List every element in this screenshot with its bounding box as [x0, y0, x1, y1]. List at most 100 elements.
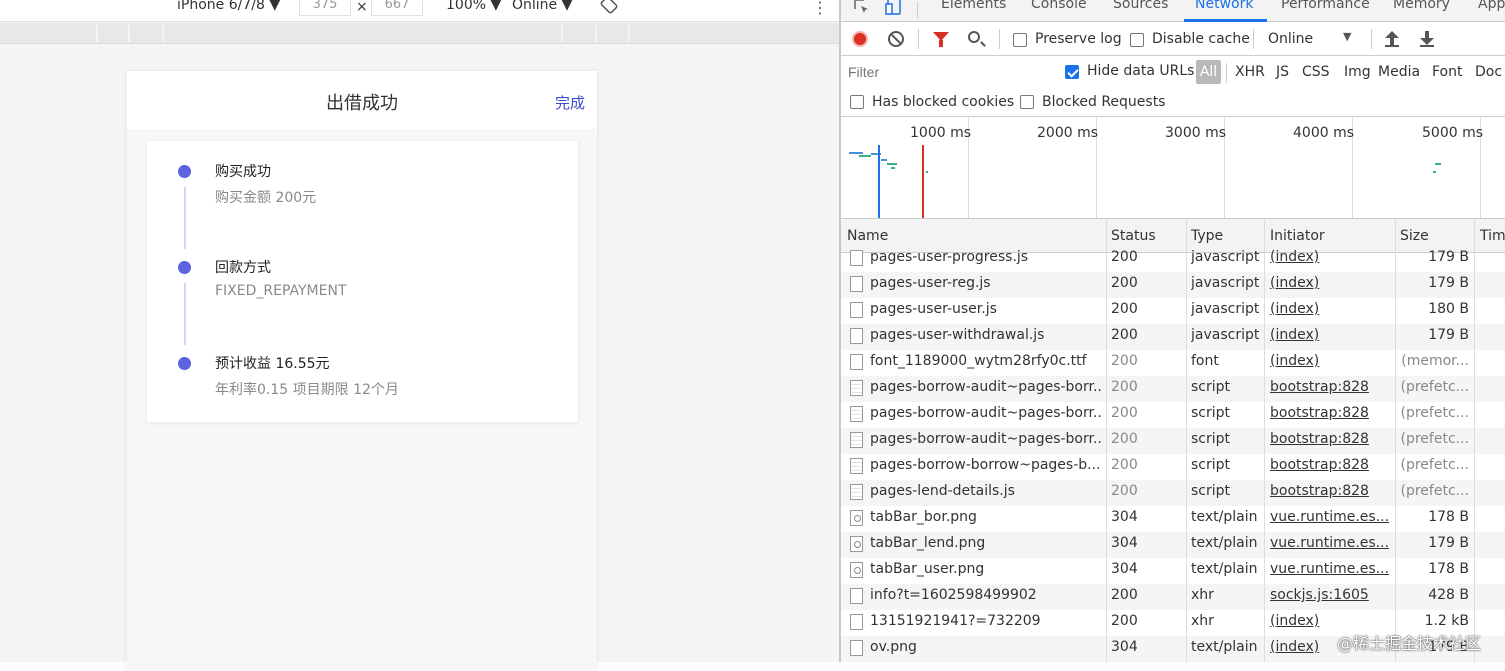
table-row[interactable]: font_1189000_wytm28rfy0c.ttf 200 font (inde… [841, 350, 1505, 376]
request-size: (prefetc... [1400, 457, 1470, 473]
request-type: script [1191, 431, 1231, 447]
request-initiator[interactable]: bootstrap:828 [1270, 457, 1394, 473]
inspect-element-icon[interactable] [853, 0, 871, 20]
column-name[interactable]: Name [847, 228, 888, 244]
filter-input[interactable] [843, 60, 1049, 84]
request-initiator[interactable]: (index) [1270, 613, 1394, 629]
request-size: 180 B [1428, 301, 1469, 317]
step-subtitle: 购买金额 200元 [215, 190, 317, 206]
import-har-icon[interactable] [1385, 31, 1399, 47]
tab-memory[interactable]: Memory [1393, 0, 1450, 12]
image-file-icon [850, 510, 863, 526]
request-initiator[interactable]: (index) [1270, 249, 1394, 265]
step-connector [184, 187, 186, 249]
export-har-icon[interactable] [1420, 31, 1434, 47]
table-row[interactable]: pages-borrow-audit~pages-borr... 200 scrip… [841, 428, 1505, 454]
done-button[interactable]: 完成 [555, 92, 585, 113]
file-icon [850, 432, 863, 448]
step-subtitle: 年利率0.15 项目期限 12个月 [215, 382, 399, 398]
record-icon[interactable] [852, 31, 868, 47]
filter-media[interactable]: Media [1378, 64, 1420, 80]
table-row[interactable]: pages-user-progress.js 200 javascript (inde… [841, 246, 1505, 272]
filter-all-button[interactable]: All [1196, 60, 1221, 84]
more-options-icon[interactable]: ⋮ [812, 0, 828, 17]
steps-card: 购买成功 购买金额 200元 回款方式 FIXED_REPAYMENT 预计收益… [147, 141, 578, 422]
filter-xhr[interactable]: XHR [1235, 64, 1265, 80]
clear-icon[interactable] [888, 31, 904, 47]
request-initiator[interactable]: bootstrap:828 [1270, 431, 1394, 447]
tab-elements[interactable]: Elements [941, 0, 1006, 12]
filter-img[interactable]: Img [1344, 64, 1371, 80]
device-select[interactable]: iPhone 6/7/8 ▼ [177, 0, 280, 13]
tab-sources[interactable]: Sources [1113, 0, 1168, 12]
request-size: (prefetc... [1400, 379, 1470, 395]
request-initiator[interactable]: (index) [1270, 327, 1394, 343]
request-size: 179 B [1428, 535, 1469, 551]
request-initiator[interactable]: vue.runtime.es... [1270, 509, 1394, 525]
image-file-icon [850, 562, 863, 578]
load-event-marker [922, 145, 924, 218]
disable-cache-checkbox[interactable] [1130, 33, 1144, 47]
blocked-cookies-checkbox[interactable] [850, 95, 864, 109]
timeline-label: 4000 ms [1293, 125, 1355, 141]
throttle-select[interactable]: Online ▼ [512, 0, 572, 13]
tab-console[interactable]: Console [1031, 0, 1087, 12]
table-row[interactable]: pages-user-reg.js 200 javascript (index) 179… [841, 272, 1505, 298]
table-row[interactable]: pages-borrow-borrow~pages-b... 200 script b… [841, 454, 1505, 480]
column-size[interactable]: Size [1400, 228, 1429, 244]
column-type[interactable]: Type [1191, 228, 1223, 244]
request-type: text/plain [1191, 561, 1258, 577]
file-icon [850, 640, 863, 656]
table-row[interactable]: pages-lend-details.js 200 script bootstrap:… [841, 480, 1505, 506]
request-initiator[interactable]: (index) [1270, 353, 1394, 369]
request-initiator[interactable]: bootstrap:828 [1270, 483, 1394, 499]
filter-font[interactable]: Font [1432, 64, 1462, 80]
request-name: ov.png [870, 639, 917, 655]
preserve-log-checkbox[interactable] [1013, 33, 1027, 47]
hide-data-urls-checkbox[interactable] [1065, 65, 1079, 79]
request-initiator[interactable]: (index) [1270, 301, 1394, 317]
table-row[interactable]: pages-user-user.js 200 javascript (index) 18… [841, 298, 1505, 324]
column-status[interactable]: Status [1111, 228, 1156, 244]
blocked-requests-checkbox[interactable] [1020, 95, 1034, 109]
table-row[interactable]: info?t=1602598499902 200 xhr sockjs.js:1605… [841, 584, 1505, 610]
table-row[interactable]: pages-borrow-audit~pages-borr... 200 scrip… [841, 376, 1505, 402]
request-initiator[interactable]: vue.runtime.es... [1270, 561, 1394, 577]
tab-performance[interactable]: Performance [1281, 0, 1370, 12]
request-initiator[interactable]: sockjs.js:1605 [1270, 587, 1394, 603]
table-row[interactable]: pages-user-withdrawal.js 200 javascript (in… [841, 324, 1505, 350]
toolbar-divider [918, 29, 919, 49]
throttling-select[interactable]: Online [1268, 31, 1313, 47]
request-type: text/plain [1191, 639, 1258, 655]
request-status: 200 [1111, 457, 1138, 473]
tab-application[interactable]: App [1478, 0, 1505, 12]
blocked-filter-bar: Has blocked cookies Blocked Requests [841, 88, 1505, 117]
network-overview-timeline[interactable]: 1000 ms 2000 ms 3000 ms 4000 ms 5000 ms [841, 117, 1505, 219]
height-input[interactable]: 667 [371, 0, 423, 16]
filter-js[interactable]: JS [1276, 64, 1289, 80]
width-input[interactable]: 375 [299, 0, 351, 16]
column-time[interactable]: Tim [1480, 228, 1505, 244]
table-row[interactable]: tabBar_user.png 304 text/plain vue.runtime.… [841, 558, 1505, 584]
table-row[interactable]: tabBar_bor.png 304 text/plain vue.runtime.e… [841, 506, 1505, 532]
request-name: 13151921941?=732209 [870, 613, 1041, 629]
tab-network[interactable]: Network [1195, 0, 1253, 12]
request-initiator[interactable]: bootstrap:828 [1270, 379, 1394, 395]
filter-css[interactable]: CSS [1302, 64, 1330, 80]
request-status: 200 [1111, 405, 1138, 421]
search-icon[interactable] [968, 31, 980, 43]
filter-doc[interactable]: Doc [1475, 64, 1502, 80]
device-toolbar-icon[interactable] [885, 0, 905, 20]
request-type: script [1191, 379, 1231, 395]
request-initiator[interactable]: bootstrap:828 [1270, 405, 1394, 421]
request-initiator[interactable]: (index) [1270, 275, 1394, 291]
zoom-select[interactable]: 100% ▼ [446, 0, 501, 13]
rotate-icon[interactable] [600, 0, 618, 18]
request-initiator[interactable]: vue.runtime.es... [1270, 535, 1394, 551]
table-row[interactable]: tabBar_lend.png 304 text/plain vue.runtime.… [841, 532, 1505, 558]
table-row[interactable]: pages-borrow-audit~pages-borr... 200 scrip… [841, 402, 1505, 428]
filter-icon[interactable] [933, 32, 949, 47]
column-initiator[interactable]: Initiator [1270, 228, 1325, 244]
requests-table: Name Status Type Initiator Size Tim page… [841, 219, 1505, 662]
request-name: pages-borrow-borrow~pages-b... [870, 457, 1101, 473]
